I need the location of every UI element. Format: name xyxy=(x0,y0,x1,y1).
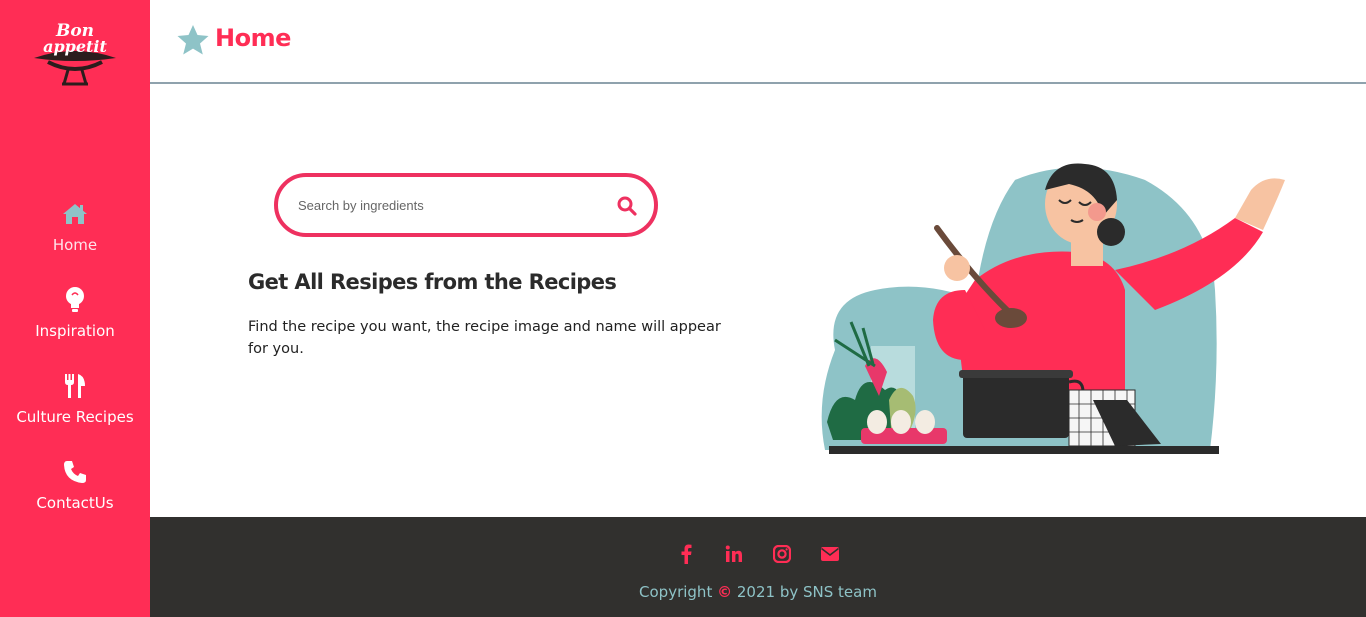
search-input[interactable] xyxy=(298,193,598,217)
top-header: Home xyxy=(150,0,1366,84)
cooking-woman-illustration xyxy=(821,163,1285,454)
search-box xyxy=(274,173,658,237)
copyright-text: Copyright © 2021 by SNS team xyxy=(150,583,1366,601)
linkedin-icon[interactable] xyxy=(723,543,745,565)
search-icon[interactable] xyxy=(616,195,638,217)
utensils-icon xyxy=(63,372,87,400)
sidebar-item-home[interactable]: Home xyxy=(0,200,150,270)
sidebar-item-label: Culture Recipes xyxy=(16,408,134,426)
page-title: Home xyxy=(215,24,291,52)
copyright-symbol: © xyxy=(717,583,733,601)
sidebar-item-label: Home xyxy=(52,236,98,254)
sidebar-item-culture-recipes[interactable]: Culture Recipes xyxy=(0,372,150,442)
sidebar-item-contactus[interactable]: ContactUs xyxy=(0,458,150,528)
home-icon xyxy=(61,200,89,228)
bon-appetit-logo[interactable]: Bon appetit xyxy=(28,14,122,88)
envelope-icon[interactable] xyxy=(819,543,841,565)
copyright-suffix: 2021 by SNS team xyxy=(736,583,877,601)
phone-icon xyxy=(62,458,88,486)
sidebar-item-label: ContactUs xyxy=(36,494,114,512)
facebook-icon[interactable] xyxy=(675,543,697,565)
sidebar: Bon appetit Home Inspiration Culture Rec… xyxy=(0,0,150,617)
social-links xyxy=(150,543,1366,565)
sidebar-item-inspiration[interactable]: Inspiration xyxy=(0,286,150,356)
main-description: Find the recipe you want, the recipe ima… xyxy=(248,319,721,357)
logo-text-appetit: appetit xyxy=(43,37,107,56)
lightbulb-icon xyxy=(64,286,86,314)
footer: Copyright © 2021 by SNS team xyxy=(150,517,1366,617)
main-heading: Get All Resipes from the Recipes xyxy=(248,270,617,294)
sidebar-item-label: Inspiration xyxy=(35,322,115,340)
instagram-icon[interactable] xyxy=(771,543,793,565)
star-icon xyxy=(177,25,209,55)
copyright-prefix: Copyright xyxy=(639,583,713,601)
